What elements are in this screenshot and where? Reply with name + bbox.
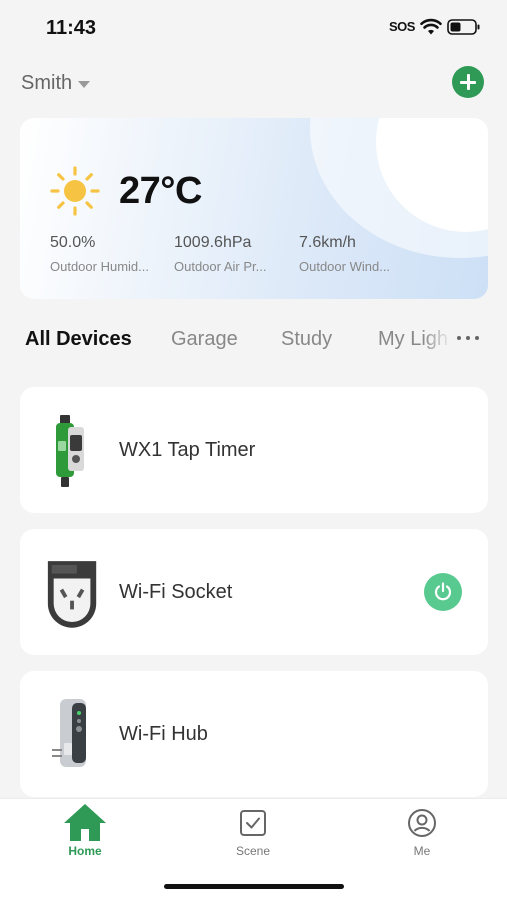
- nav-label: Scene: [235, 844, 271, 858]
- home-name: Smith: [21, 71, 73, 94]
- profile-icon: [408, 809, 436, 837]
- home-selector[interactable]: Smith: [21, 70, 91, 96]
- temperature: 27°C: [119, 170, 202, 212]
- device-card-wifi-socket[interactable]: Wi-Fi Socket: [20, 529, 488, 655]
- stat-value: 7.6km/h: [299, 234, 356, 251]
- nav-me[interactable]: Me: [372, 799, 472, 863]
- stat-label: Outdoor Humid...: [50, 259, 149, 274]
- nav-home[interactable]: Home: [35, 799, 135, 863]
- room-tabs: All Devices Garage Study My Ligh: [0, 322, 507, 356]
- stat-value: 50.0%: [50, 234, 96, 251]
- home-indicator: [164, 884, 344, 889]
- device-name: Wi-Fi Hub: [119, 723, 208, 745]
- device-name: WX1 Tap Timer: [119, 439, 256, 461]
- device-card-wifi-hub[interactable]: Wi-Fi Hub: [20, 671, 488, 797]
- stat-label: Outdoor Air Pr...: [174, 259, 267, 274]
- add-device-button[interactable]: [452, 66, 484, 98]
- stat-label: Outdoor Wind...: [299, 259, 391, 274]
- status-bar: 11:43 SOS: [0, 0, 507, 56]
- power-toggle-button[interactable]: [424, 573, 462, 611]
- tab-study[interactable]: Study: [281, 328, 332, 351]
- tab-all-devices[interactable]: All Devices: [25, 328, 132, 351]
- nav-label: Me: [413, 844, 431, 858]
- device-name: Wi-Fi Socket: [119, 581, 233, 603]
- sos-indicator: SOS: [389, 19, 415, 34]
- socket-image: [47, 561, 97, 628]
- wind-stat: 7.6km/h Outdoor Wind...: [299, 234, 411, 274]
- caret-down-icon: [78, 80, 91, 88]
- hub-image: [52, 699, 86, 767]
- air-pressure-stat: 1009.6hPa Outdoor Air Pr...: [174, 234, 286, 274]
- more-tabs-icon[interactable]: [456, 334, 480, 342]
- status-time: 11:43: [46, 17, 97, 39]
- home-icon: [64, 804, 106, 841]
- weather-card[interactable]: 27°C 50.0% Outdoor Humid... 1009.6hPa Ou…: [20, 118, 488, 299]
- wifi-icon: [420, 18, 442, 35]
- scene-icon: [240, 810, 266, 836]
- nav-label: Home: [68, 844, 102, 858]
- nav-scene[interactable]: Scene: [203, 799, 303, 863]
- tab-my-lights[interactable]: My Ligh: [378, 328, 452, 351]
- power-icon: [434, 582, 452, 601]
- tap-timer-image: [56, 415, 84, 487]
- sun-icon: [50, 166, 100, 216]
- tab-garage[interactable]: Garage: [171, 328, 238, 351]
- humidity-stat: 50.0% Outdoor Humid...: [50, 234, 162, 274]
- app-screen: 11:43 SOS Smith 27°C 50.0% Outdoor Humid…: [0, 0, 507, 900]
- battery-icon: [447, 19, 480, 35]
- stat-value: 1009.6hPa: [174, 234, 252, 251]
- device-card-tap-timer[interactable]: WX1 Tap Timer: [20, 387, 488, 513]
